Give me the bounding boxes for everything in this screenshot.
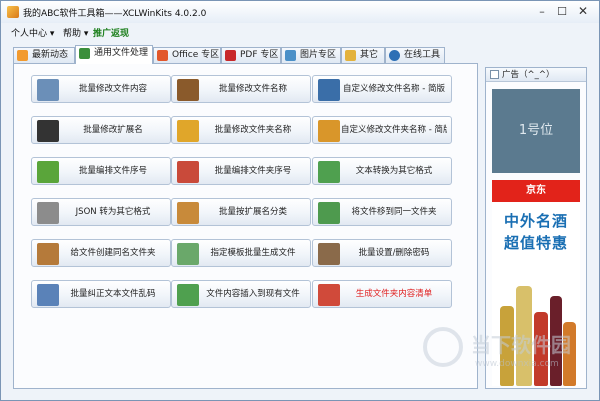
books-icon	[177, 202, 199, 224]
button-label: 文本转换为其它格式	[355, 166, 433, 176]
letter-a-icon	[318, 79, 340, 101]
file-edit-icon	[37, 79, 59, 101]
template-batch-generate-button[interactable]: 指定模板批量生成文件	[171, 239, 311, 267]
ad-header: 广告（^_^）	[486, 68, 586, 82]
tab-general-file[interactable]: 通用文件处理	[75, 45, 153, 64]
button-label: 批量按扩展名分类	[218, 207, 287, 217]
password-icon	[318, 243, 340, 265]
tab-image[interactable]: 图片专区	[281, 47, 341, 63]
tab-pdf[interactable]: PDF 专区	[221, 47, 281, 63]
list-icon	[318, 284, 340, 306]
ad-header-label: 广告（^_^）	[502, 70, 555, 80]
batch-edit-file-content-button[interactable]: 批量修改文件内容	[31, 75, 171, 103]
app-window: 我的ABC软件工具箱——XCLWinKits 4.0.2.0 – ☐ ✕ 个人中…	[0, 0, 600, 401]
custom-rename-folders-lite-button[interactable]: 自定义修改文件夹名称 - 简版	[312, 116, 452, 144]
button-label: 批量编排文件夹序号	[214, 166, 292, 176]
batch-number-folders-button[interactable]: 批量编排文件夹序号	[171, 157, 311, 185]
tool-panel: 批量修改文件内容 批量修改文件名称 自定义修改文件名称 - 简版 批量修改扩展名…	[13, 63, 478, 389]
watermark: 当下软件园 www.downxia.com	[419, 321, 589, 391]
json-convert-format-button[interactable]: JSON 转为其它格式	[31, 198, 171, 226]
text-fix-icon	[37, 284, 59, 306]
json-convert-icon	[37, 202, 59, 224]
button-label: 批量设置/删除密码	[358, 248, 430, 258]
generate-folder-listing-button[interactable]: 生成文件夹内容清单	[312, 280, 452, 308]
merge-icon	[318, 202, 340, 224]
button-label: 批量纠正文本文件乱码	[70, 289, 156, 299]
bar-chart-color-icon	[177, 161, 199, 183]
button-label: 自定义修改文件夹名称 - 简版	[341, 125, 447, 135]
maximize-button[interactable]: ☐	[554, 4, 570, 19]
jd-logo: 京东	[492, 180, 580, 202]
title-bar: 我的ABC软件工具箱——XCLWinKits 4.0.2.0 – ☐ ✕	[1, 1, 599, 24]
watermark-url: www.downxia.com	[475, 359, 559, 369]
close-button[interactable]: ✕	[575, 4, 591, 19]
create-same-name-folders-button[interactable]: 给文件创建同名文件夹	[31, 239, 171, 267]
batch-number-files-button[interactable]: 批量编排文件序号	[31, 157, 171, 185]
ad-headline-1: 中外名酒	[503, 212, 568, 230]
template-icon	[177, 243, 199, 265]
custom-rename-files-lite-button[interactable]: 自定义修改文件名称 - 简版	[312, 75, 452, 103]
batch-rename-files-button[interactable]: 批量修改文件名称	[171, 75, 311, 103]
batch-fix-text-encoding-button[interactable]: 批量纠正文本文件乱码	[31, 280, 171, 308]
ad-headline-2: 超值特惠	[503, 234, 568, 252]
tab-online-tools[interactable]: 在线工具	[385, 47, 445, 63]
tab-latest-news[interactable]: 最新动态	[13, 47, 75, 63]
button-label: 批量修改文件名称	[218, 84, 287, 94]
button-label: 批量编排文件序号	[78, 166, 147, 176]
bar-chart-icon	[37, 161, 59, 183]
rss-icon	[17, 50, 28, 61]
tab-other[interactable]: 其它	[341, 47, 385, 63]
button-label: JSON 转为其它格式	[75, 207, 151, 217]
move-files-to-folder-button[interactable]: 将文件移到同一文件夹	[312, 198, 452, 226]
convert-icon	[318, 161, 340, 183]
menu-personal-center[interactable]: 个人中心 ▾	[11, 26, 54, 39]
window-title: 我的ABC软件工具箱——XCLWinKits 4.0.2.0	[23, 9, 207, 19]
insert-content-into-file-button[interactable]: 文件内容插入到现有文件	[171, 280, 311, 308]
document-icon	[79, 48, 90, 59]
batch-change-extension-button[interactable]: 批量修改扩展名	[31, 116, 171, 144]
tab-office[interactable]: Office 专区	[153, 47, 221, 63]
ab-pencil-icon	[177, 79, 199, 101]
tab-label: 图片专区	[300, 50, 337, 60]
image-icon	[285, 50, 296, 61]
globe-icon	[389, 50, 400, 61]
text-convert-format-button[interactable]: 文本转换为其它格式	[312, 157, 452, 185]
insert-icon	[177, 284, 199, 306]
tab-label: Office 专区	[172, 50, 220, 60]
button-label: 将文件移到同一文件夹	[351, 207, 437, 217]
minimize-button[interactable]: –	[534, 4, 550, 19]
button-label: 文件内容插入到现有文件	[206, 289, 300, 299]
folder-gear-icon	[318, 120, 340, 142]
batch-rename-folders-button[interactable]: 批量修改文件夹名称	[171, 116, 311, 144]
tab-label: 最新动态	[32, 50, 69, 60]
office-icon	[157, 50, 168, 61]
button-label: 批量修改文件内容	[78, 84, 147, 94]
tab-label: PDF 专区	[240, 50, 279, 60]
watermark-logo-icon	[423, 327, 463, 367]
menu-bar: 个人中心 ▾ 帮助 ▾ 推广返现	[1, 23, 599, 41]
folder-icon	[345, 50, 356, 61]
button-label: 批量修改扩展名	[83, 125, 143, 135]
menu-help[interactable]: 帮助 ▾	[63, 26, 88, 39]
tab-label: 在线工具	[404, 50, 441, 60]
watermark-text: 当下软件园	[471, 333, 571, 357]
app-icon	[7, 6, 19, 18]
menu-promo-cashback[interactable]: 推广返现	[93, 26, 129, 39]
button-label: 生成文件夹内容清单	[355, 289, 433, 299]
tab-label: 其它	[360, 50, 379, 60]
pdf-icon	[225, 50, 236, 61]
batch-password-button[interactable]: 批量设置/删除密码	[312, 239, 452, 267]
tab-strip: 最新动态 通用文件处理 Office 专区 PDF 专区 图片专区 其它 在线工…	[13, 45, 477, 64]
button-label: 批量修改文件夹名称	[214, 125, 292, 135]
ad-slot-1[interactable]: 1号位	[492, 89, 580, 173]
tab-label: 通用文件处理	[94, 48, 149, 58]
folder-open-icon	[177, 120, 199, 142]
folder-create-icon	[37, 243, 59, 265]
button-label: 给文件创建同名文件夹	[70, 248, 156, 258]
ad-header-icon	[490, 70, 499, 79]
ab-text-icon	[37, 120, 59, 142]
button-label: 指定模板批量生成文件	[210, 248, 296, 258]
batch-sort-by-extension-button[interactable]: 批量按扩展名分类	[171, 198, 311, 226]
button-label: 自定义修改文件名称 - 简版	[343, 84, 445, 94]
